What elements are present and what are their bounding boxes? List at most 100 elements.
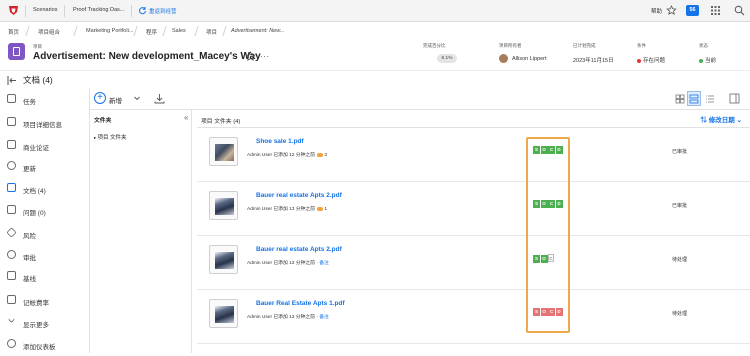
avatar [499,54,508,63]
planned-completion-label: 已计划完成 [573,43,596,48]
compact-list-icon[interactable] [705,94,715,104]
collapse-folders-icon[interactable]: « [184,113,188,122]
document-thumbnail[interactable] [209,245,238,274]
sidebar-item-details[interactable]: 项目详细信息 [0,112,90,134]
tab-scenarios[interactable]: Scenarios [33,7,57,13]
download-icon[interactable] [154,93,165,104]
sidebar-item-tasks[interactable]: 任务 [0,89,90,111]
baselines-icon [7,271,16,280]
comment-icon[interactable] [316,152,323,157]
document-name-link[interactable]: Bauer real estate Apts 2.pdf [256,192,342,199]
sort-arrows-icon: ⇅ [700,117,709,124]
breadcrumb-program[interactable]: Sales [172,28,186,34]
project-header: 项目 Advertisement: New development_Macey'… [0,40,750,70]
folder-item-project[interactable]: ▸ 项目 文件夹 [94,133,127,141]
sidebar-item-approvals[interactable]: 审批 [0,245,90,267]
note-link[interactable]: 备注 [319,315,329,320]
document-meta: Admin User 已添加 13 分钟之前 · 备注 [247,261,329,266]
list-heading: 项目 文件夹 (4) [201,119,241,125]
breadcrumb-project-type[interactable]: 项目 [206,28,217,36]
risk-icon [6,227,17,238]
document-thumbnail[interactable] [209,191,238,220]
breadcrumb-portfolio[interactable]: Marketing Portfoli... [86,28,133,34]
sidebar-item-documents[interactable]: 文档 (4) [0,178,90,200]
favorite-star-icon[interactable] [245,51,256,62]
comment-icon[interactable] [316,206,323,211]
chevron-down-icon[interactable] [134,96,140,101]
percent-complete-value[interactable]: 6.1% [437,54,457,63]
breadcrumb-program-type[interactable]: 程序 [146,28,157,36]
breadcrumb-portfolio-type[interactable]: 项目组合 [38,28,60,36]
sidebar-item-label: 记帐费率 [23,300,49,307]
approval-status: 已审批 [672,149,688,155]
breadcrumb-home[interactable]: 首页 [8,28,19,36]
workfront-logo-icon[interactable] [7,4,20,17]
more-icon [7,315,16,324]
breadcrumb-current: Advertisement: New... [231,28,285,34]
sidebar-item-business-case[interactable]: 商业论证 [0,135,90,157]
sidebar-item-label: 添加仪表板 [23,344,56,351]
table-row[interactable]: Bauer real estate Apts 2.pdf Admin User … [197,236,750,290]
approval-status: 待处理 [672,311,688,317]
condition-value[interactable]: 存在问题 [637,56,665,64]
folders-panel: 文件夹 « ▸ 项目 文件夹 [90,110,192,353]
collapse-panel-icon[interactable] [7,76,17,85]
apps-grid-icon[interactable] [710,5,721,16]
tab-proof-tracking[interactable]: Proof Tracking Das... [73,7,124,13]
sort-dropdown[interactable]: ⇅ 修改日期 ⌄ [700,114,742,124]
owner-value[interactable]: Allison Lippert [512,56,547,62]
sidebar-item-issues[interactable]: 问题 (0) [0,200,90,222]
star-icon[interactable] [666,5,677,16]
billing-icon [7,295,16,304]
sidebar-item-label: 风险 [23,233,36,240]
approvals-icon [7,250,16,259]
help-link[interactable]: 帮助 [651,7,662,15]
new-button-label[interactable]: 新增 [109,95,122,105]
top-bar: Scenarios Proof Tracking Das... 重返到经营 帮助… [0,0,750,22]
sidebar-item-label: 审批 [23,255,36,262]
sidebar-item-label: 项目详细信息 [23,122,62,129]
documents-toolbar: + 新增 [90,88,750,110]
sidebar-item-label: 基线 [23,276,36,283]
document-thumbnail[interactable] [209,299,238,328]
document-meta: Admin User 已添加 13 分钟之前 · 备注 [247,315,329,320]
refresh-icon [139,7,146,15]
owner-label: 项目所有者 [499,43,522,48]
documents-heading: 文档 (4) [23,75,53,85]
list-header: 项目 文件夹 (4) ⇅ 修改日期 ⌄ [197,110,750,128]
status-value[interactable]: 当前 [699,56,716,64]
sidebar-item-updates[interactable]: 更新 [0,156,90,178]
table-row[interactable]: Bauer real estate Apts 2.pdf Admin User … [197,182,750,236]
project-icon [8,43,25,60]
add-new-button[interactable]: + [94,92,106,104]
switch-link[interactable]: 重返到经营 [149,7,177,15]
sidebar-item-label: 问题 (0) [23,210,46,217]
details-icon [7,117,16,126]
sidebar-item-billing[interactable]: 记帐费率 [0,290,90,312]
grid-view-icon[interactable] [675,94,685,104]
sidebar-item-baselines[interactable]: 基线 [0,266,90,288]
sidebar-item-label: 商业论证 [23,145,49,152]
more-options-icon[interactable]: ··· [260,52,270,61]
table-row[interactable]: Shoe sale 1.pdf Admin User 已添加 12 分钟之前 3… [197,128,750,182]
sidebar-item-risk[interactable]: 风险 [0,223,90,245]
documents-icon [7,183,16,192]
search-icon[interactable] [734,5,745,16]
planned-completion-value[interactable]: 2023年11月15日 [573,56,614,64]
percent-complete-label: 完成百分比 [423,43,446,48]
section-header: 文档 (4) [0,70,750,88]
add-dashboard-icon [7,339,16,348]
table-row[interactable]: Bauer Real Estate Apts 1.pdf Admin User … [197,290,750,344]
proof-status-highlight [526,137,570,333]
document-name-link[interactable]: Bauer Real Estate Apts 1.pdf [256,300,345,307]
side-panel-icon[interactable] [729,93,740,104]
document-name-link[interactable]: Shoe sale 1.pdf [256,138,304,145]
page-title: Advertisement: New development_Macey's W… [33,51,261,62]
condition-label: 条件 [637,43,646,48]
sidebar-item-show-more[interactable]: 显示更多 [0,312,90,334]
document-thumbnail[interactable] [209,137,238,166]
notifications-badge[interactable]: 56 [686,5,699,16]
sidebar-item-label: 更新 [23,166,36,173]
note-link[interactable]: 备注 [319,261,329,266]
document-name-link[interactable]: Bauer real estate Apts 2.pdf [256,246,342,253]
